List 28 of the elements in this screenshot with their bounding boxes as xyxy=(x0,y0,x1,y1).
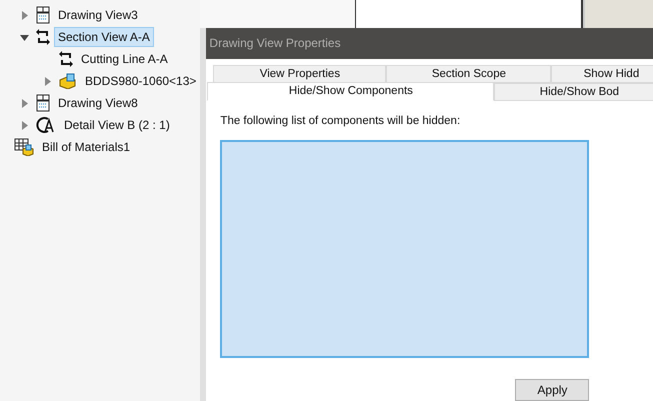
section-arrows-icon xyxy=(36,28,50,46)
tree-item[interactable]: BDDS980-1060<13> xyxy=(81,71,200,91)
expand-arrow-icon[interactable] xyxy=(20,10,28,20)
section-arrows-icon xyxy=(59,50,73,68)
collapse-arrow-icon[interactable] xyxy=(20,32,28,42)
tree-item[interactable]: Detail View B (2 : 1) xyxy=(60,115,174,135)
tab[interactable]: Show Hidd xyxy=(551,64,653,83)
tab[interactable]: View Properties xyxy=(213,64,386,83)
tree-item[interactable]: Drawing View8 xyxy=(54,93,142,113)
tree-item[interactable]: Bill of Materials1 xyxy=(38,137,134,157)
expand-arrow-icon[interactable] xyxy=(20,98,28,108)
detail-view-icon xyxy=(36,116,56,134)
part-icon xyxy=(59,73,77,89)
tab[interactable]: Section Scope xyxy=(386,64,552,83)
tree-item[interactable]: Section View A-A xyxy=(54,27,154,47)
table-icon xyxy=(14,138,34,156)
expand-arrow-icon[interactable] xyxy=(42,76,52,86)
tree-item[interactable]: Cutting Line A-A xyxy=(77,49,172,69)
window-title: Drawing View Properties xyxy=(206,28,653,59)
drawing-view-icon xyxy=(36,94,50,112)
components-list[interactable] xyxy=(220,140,590,358)
drawing-view-icon xyxy=(36,6,50,24)
expand-arrow-icon[interactable] xyxy=(20,120,28,130)
tab[interactable]: Hide/Show Bod xyxy=(494,82,653,101)
list-caption: The following list of components will be hidden: xyxy=(220,114,462,129)
tree-item[interactable]: Drawing View3 xyxy=(54,5,142,25)
tab[interactable]: Hide/Show Components xyxy=(207,82,494,101)
apply-button[interactable]: Apply xyxy=(515,379,590,401)
